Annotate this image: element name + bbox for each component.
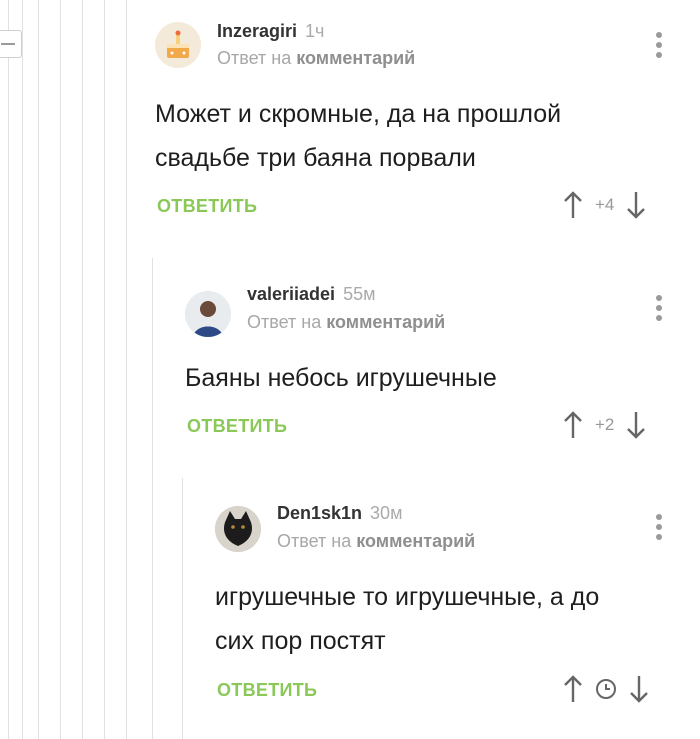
comment: Den1sk1n 30м Ответ на комментарий игрушеч… bbox=[215, 500, 685, 720]
comment-time: 30м bbox=[370, 503, 403, 523]
comment-text-line: свадьбе три баяна порвали bbox=[155, 144, 476, 172]
reply-prefix: Ответ на bbox=[277, 531, 352, 551]
vote-score: +4 bbox=[595, 195, 615, 214]
author-label[interactable]: valeriiadei bbox=[247, 284, 335, 304]
comment: valeriiadei 55м Ответ на комментарий Баян… bbox=[185, 281, 685, 451]
vote-controls bbox=[563, 674, 649, 704]
comment-text-line: сих пор постят bbox=[215, 627, 386, 655]
author-label[interactable]: Den1sk1n bbox=[277, 503, 362, 523]
more-menu-icon[interactable] bbox=[655, 32, 663, 58]
reply-target-link[interactable]: комментарий bbox=[296, 48, 415, 68]
upvote-arrow-icon[interactable] bbox=[563, 410, 583, 440]
thread-line bbox=[126, 0, 127, 739]
thread-line bbox=[152, 258, 153, 739]
comment-text: Может и скромные, да на прошлой свадьбе … bbox=[155, 92, 561, 180]
avatar-cat-icon[interactable] bbox=[215, 506, 261, 552]
comment-time: 55м bbox=[343, 284, 376, 304]
comment-text-line: Баяны небось игрушечные bbox=[185, 364, 497, 392]
comment-text: Баяны небось игрушечные bbox=[185, 356, 497, 400]
downvote-arrow-icon[interactable] bbox=[626, 190, 646, 220]
author-name[interactable]: Inzeragiri 1ч bbox=[217, 21, 324, 42]
author-label[interactable]: Inzeragiri bbox=[217, 21, 297, 41]
avatar-cake-icon[interactable] bbox=[155, 22, 201, 68]
thread-line bbox=[182, 478, 183, 739]
comment-text-line: Может и скромные, да на прошлой bbox=[155, 100, 562, 128]
author-name[interactable]: Den1sk1n 30м bbox=[277, 503, 402, 524]
more-menu-icon[interactable] bbox=[655, 514, 663, 540]
thread-line bbox=[22, 0, 23, 739]
reply-to-info: Ответ на комментарий bbox=[247, 312, 445, 333]
reply-to-info: Ответ на комментарий bbox=[217, 48, 415, 69]
reply-target-link[interactable]: комментарий bbox=[356, 531, 475, 551]
upvote-arrow-icon[interactable] bbox=[563, 190, 583, 220]
more-menu-icon[interactable] bbox=[655, 295, 663, 321]
thread-line bbox=[60, 0, 61, 739]
reply-target-link[interactable]: комментарий bbox=[326, 312, 445, 332]
collapse-thread-button[interactable] bbox=[0, 30, 22, 58]
reply-prefix: Ответ на bbox=[217, 48, 292, 68]
thread-line bbox=[82, 0, 83, 739]
vote-controls: +4 bbox=[563, 190, 646, 220]
downvote-arrow-icon[interactable] bbox=[629, 674, 649, 704]
reply-button[interactable]: ОТВЕТИТЬ bbox=[187, 416, 287, 437]
comment: Inzeragiri 1ч Ответ на комментарий Может … bbox=[155, 18, 685, 238]
vote-controls: +2 bbox=[563, 410, 646, 440]
comment-time: 1ч bbox=[305, 21, 325, 41]
vote-score: +2 bbox=[595, 415, 615, 434]
avatar-person-icon[interactable] bbox=[185, 291, 231, 337]
reply-prefix: Ответ на bbox=[247, 312, 322, 332]
comment-text-line: игрушечные то игрушечные, а до bbox=[215, 583, 600, 611]
comment-text: игрушечные то игрушечные, а до сих пор п… bbox=[215, 575, 599, 663]
thread-line bbox=[8, 0, 9, 739]
thread-line bbox=[38, 0, 39, 739]
reply-button[interactable]: ОТВЕТИТЬ bbox=[217, 680, 317, 701]
upvote-arrow-icon[interactable] bbox=[563, 674, 583, 704]
thread-line bbox=[104, 0, 105, 739]
reply-to-info: Ответ на комментарий bbox=[277, 531, 475, 552]
reply-button[interactable]: ОТВЕТИТЬ bbox=[157, 196, 257, 217]
clock-icon bbox=[595, 678, 617, 700]
author-name[interactable]: valeriiadei 55м bbox=[247, 284, 375, 305]
downvote-arrow-icon[interactable] bbox=[626, 410, 646, 440]
